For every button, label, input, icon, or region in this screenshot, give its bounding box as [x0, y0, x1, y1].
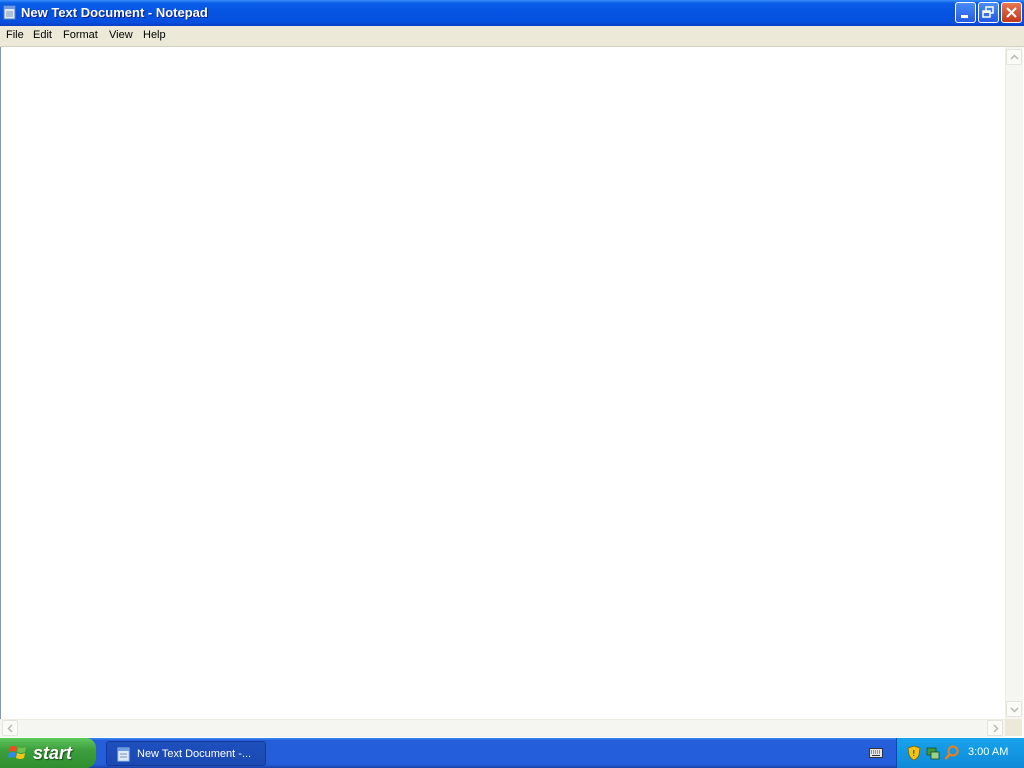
menu-view[interactable]: View	[109, 29, 133, 41]
restore-button[interactable]	[978, 2, 999, 23]
network-icon[interactable]	[925, 745, 941, 761]
arrow-down-icon	[1010, 707, 1019, 713]
menu-help[interactable]: Help	[143, 29, 166, 41]
security-shield-icon[interactable]: !	[907, 745, 921, 761]
scroll-right-button[interactable]	[987, 720, 1003, 736]
menu-file[interactable]: File	[6, 29, 24, 41]
menu-format[interactable]: Format	[63, 29, 98, 41]
svg-text:!: !	[912, 749, 915, 758]
menu-edit[interactable]: Edit	[33, 29, 52, 41]
minimize-icon	[961, 15, 968, 18]
scroll-down-button[interactable]	[1006, 701, 1022, 717]
window-title: New Text Document - Notepad	[21, 5, 208, 20]
arrow-up-icon	[1010, 54, 1019, 60]
restore-icon	[982, 6, 994, 18]
arrow-left-icon	[7, 724, 13, 733]
text-editor[interactable]	[0, 47, 1005, 719]
title-bar[interactable]: New Text Document - Notepad	[0, 0, 1024, 26]
taskbar-button-notepad[interactable]: New Text Document -...	[106, 741, 266, 766]
start-button[interactable]: start	[0, 738, 96, 768]
windows-logo-icon	[8, 746, 26, 759]
keyboard-icon[interactable]	[869, 748, 883, 758]
scroll-up-button[interactable]	[1006, 49, 1022, 65]
search-icon[interactable]	[944, 745, 960, 761]
clock[interactable]: 3:00 AM	[968, 746, 1008, 758]
horizontal-scrollbar[interactable]	[0, 719, 1005, 737]
notepad-icon	[117, 747, 130, 762]
taskbar: start New Text Document -... ! 3:00 AM	[0, 738, 1024, 768]
arrow-right-icon	[993, 724, 999, 733]
start-label: start	[33, 743, 73, 763]
menu-bar: File Edit Format View Help	[0, 26, 1024, 47]
scroll-left-button[interactable]	[2, 720, 18, 736]
close-button[interactable]	[1001, 2, 1022, 23]
taskbar-button-label: New Text Document -...	[137, 748, 252, 760]
notepad-icon[interactable]	[3, 5, 16, 20]
vertical-scrollbar[interactable]	[1005, 47, 1023, 719]
minimize-button[interactable]	[955, 2, 976, 23]
close-icon	[1006, 7, 1017, 18]
scrollbar-corner	[1005, 719, 1022, 736]
